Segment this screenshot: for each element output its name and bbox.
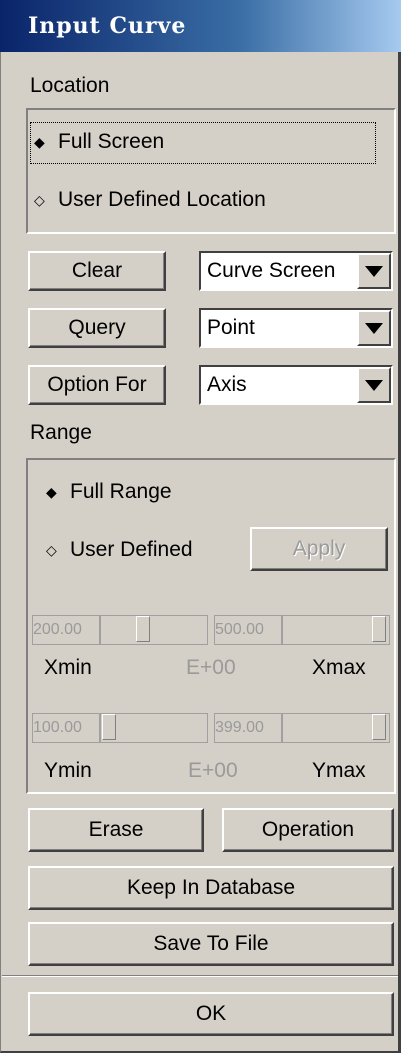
clear-target-value: Curve Screen: [207, 259, 336, 282]
xmin-track[interactable]: [100, 615, 208, 645]
radio-user-defined-range-label: User Defined: [70, 538, 193, 561]
ymax-thumb[interactable]: [372, 714, 386, 740]
ymin-value: 100.00: [32, 713, 100, 743]
window-title: Input Curve: [0, 0, 401, 52]
query-button[interactable]: Query: [28, 308, 166, 348]
save-to-file-button[interactable]: Save To File: [28, 922, 394, 966]
ymax-slider[interactable]: 399.00: [214, 713, 390, 743]
clear-button[interactable]: Clear: [28, 251, 166, 291]
hollow-diamond-icon: ◇: [34, 191, 45, 208]
ymin-slider[interactable]: 100.00: [32, 713, 208, 743]
filled-diamond-icon: ◆: [34, 133, 45, 150]
radio-user-defined-location-label: User Defined Location: [58, 188, 266, 211]
filled-diamond-icon: ◆: [46, 483, 57, 500]
xmin-label: Xmin: [44, 656, 92, 679]
location-label: Location: [30, 74, 110, 97]
ymax-label: Ymax: [312, 759, 366, 782]
radio-full-range-label: Full Range: [70, 480, 172, 503]
operation-button[interactable]: Operation: [222, 808, 394, 852]
range-label: Range: [30, 421, 92, 444]
erase-button[interactable]: Erase: [28, 808, 204, 852]
xmax-label: Xmax: [312, 656, 366, 679]
radio-user-defined-range[interactable]: ◇ User Defined: [46, 538, 193, 562]
ymin-label: Ymin: [44, 759, 92, 782]
radio-full-range[interactable]: ◆ Full Range: [46, 480, 172, 504]
xmax-thumb[interactable]: [372, 616, 386, 642]
y-exponent-label: E+00: [188, 759, 238, 782]
ymin-thumb[interactable]: [102, 714, 116, 740]
radio-full-screen-label: Full Screen: [58, 130, 165, 153]
xmin-slider[interactable]: 200.00: [32, 615, 208, 645]
ok-button[interactable]: OK: [28, 992, 394, 1036]
hollow-diamond-icon: ◇: [46, 541, 57, 558]
clear-target-select[interactable]: Curve Screen: [199, 251, 393, 291]
xmax-value: 500.00: [214, 615, 282, 645]
divider: [2, 975, 398, 977]
ymin-track[interactable]: [100, 713, 208, 743]
radio-user-defined-location[interactable]: ◇ User Defined Location: [34, 188, 266, 212]
option-target-select[interactable]: Axis: [199, 365, 393, 405]
xmin-thumb[interactable]: [136, 616, 150, 642]
apply-button[interactable]: Apply: [250, 527, 388, 571]
radio-full-screen[interactable]: ◆ Full Screen: [34, 130, 164, 154]
query-target-value: Point: [207, 316, 255, 339]
ymax-value: 399.00: [214, 713, 282, 743]
query-target-select[interactable]: Point: [199, 308, 393, 348]
chevron-down-icon[interactable]: [357, 367, 391, 403]
xmax-slider[interactable]: 500.00: [214, 615, 390, 645]
option-for-button[interactable]: Option For: [28, 365, 166, 405]
keep-in-database-button[interactable]: Keep In Database: [28, 866, 394, 910]
option-target-value: Axis: [207, 373, 247, 396]
xmin-value: 200.00: [32, 615, 100, 645]
chevron-down-icon[interactable]: [357, 253, 391, 289]
chevron-down-icon[interactable]: [357, 310, 391, 346]
x-exponent-label: E+00: [186, 656, 236, 679]
